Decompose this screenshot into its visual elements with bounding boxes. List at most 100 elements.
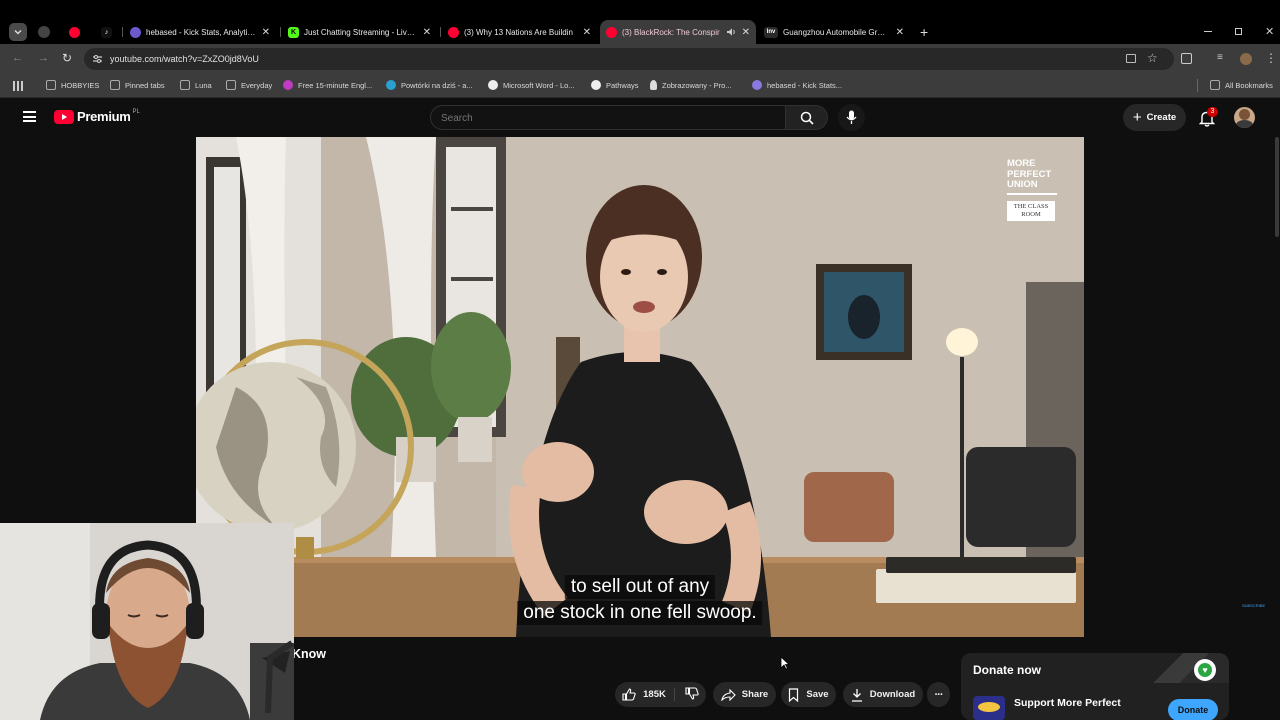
reload-icon[interactable]: ↻ [62, 51, 72, 65]
youtube-icon [606, 26, 617, 38]
close-icon[interactable]: ✕ [262, 27, 270, 38]
hamburger-menu-icon[interactable] [23, 111, 36, 122]
tab-search-button[interactable] [9, 23, 27, 41]
subscribe-badge[interactable]: SUBSCRIBE [1242, 603, 1265, 608]
save-button[interactable]: Save [781, 682, 836, 707]
account-avatar[interactable] [1234, 107, 1255, 128]
search-box[interactable] [430, 105, 786, 130]
tab-title: hebased - Kick Stats, Analytics a [146, 27, 256, 37]
notification-badge: 3 [1207, 107, 1218, 117]
back-icon[interactable]: ← [12, 52, 23, 64]
chevron-down-icon [14, 30, 22, 35]
close-icon[interactable]: ✕ [583, 27, 591, 38]
page-scrollbar[interactable] [1275, 137, 1279, 237]
tab-youtube-pinned[interactable] [63, 20, 89, 44]
forward-icon[interactable]: → [38, 52, 49, 64]
tab-13-nations[interactable]: (3) Why 13 Nations Are Buildin ✕ [442, 20, 597, 44]
browser-menu-icon[interactable]: ⋮ [1265, 51, 1277, 65]
bookmarks-bar: HOBBYIES Pinned tabs Luna Everyday Free … [0, 74, 1280, 98]
bookmark-pathways[interactable]: Pathways [591, 80, 639, 90]
site-info-icon[interactable] [92, 54, 103, 64]
close-window-icon[interactable]: ✕ [1265, 25, 1274, 38]
media-controls-icon[interactable]: ≡ [1217, 52, 1223, 63]
like-count: 185K [643, 689, 666, 700]
youtube-logo-icon [54, 109, 74, 124]
donate-panel[interactable]: Donate now ♥ Support More Perfect Donate [961, 653, 1229, 720]
video-frame-scene [196, 137, 1084, 637]
close-icon[interactable]: ✕ [896, 27, 904, 38]
microphone-icon [846, 110, 857, 124]
bookmark-star-icon[interactable]: ☆ [1147, 51, 1158, 65]
watermark-sub: THE CLASS ROOM [1007, 200, 1055, 221]
extensions-icon[interactable] [1181, 53, 1192, 64]
new-tab-button[interactable]: + [920, 24, 928, 40]
bookmark-pinned-tabs[interactable]: Pinned tabs [110, 80, 165, 90]
heart-badge-icon: ♥ [1194, 659, 1216, 681]
logo-text: Premium [77, 109, 131, 124]
voice-search-button[interactable] [838, 104, 865, 131]
tab-guangzhou[interactable]: Inv Guangzhou Automobile Group ✕ [758, 20, 910, 44]
bookmark-free-english[interactable]: Free 15-minute Engl... [283, 80, 372, 90]
bookmark-everyday[interactable]: Everyday [226, 80, 272, 90]
plus-icon: + [1132, 109, 1142, 126]
mouse-cursor-icon [780, 656, 790, 670]
like-dislike-group: 185K [615, 682, 706, 707]
create-button[interactable]: + Create [1123, 104, 1186, 131]
donate-button[interactable]: Donate [1168, 699, 1218, 720]
youtube-icon [69, 26, 80, 38]
bookmark-hebased[interactable]: hebased - Kick Stats... [752, 80, 842, 90]
pinned-tab[interactable] [38, 26, 50, 38]
close-icon[interactable]: ✕ [742, 27, 750, 38]
tab-tiktok[interactable]: ♪ [95, 20, 121, 44]
watermark-line: MORE [1007, 158, 1036, 169]
restore-icon[interactable] [1235, 28, 1242, 35]
org-logo [973, 696, 1005, 720]
bookmark-zobrazowany[interactable]: Zobrazowany - Pro... [650, 80, 732, 90]
search-button[interactable] [786, 105, 828, 130]
folder-icon [1210, 80, 1220, 90]
inv-icon: Inv [764, 26, 778, 38]
install-app-icon[interactable] [1126, 54, 1136, 63]
bookmark-luna[interactable]: Luna [180, 80, 212, 90]
download-button[interactable]: Download [843, 682, 923, 707]
all-bookmarks[interactable]: All Bookmarks [1210, 80, 1273, 90]
profile-avatar[interactable] [1240, 53, 1252, 65]
search-input[interactable] [441, 110, 771, 126]
create-label: Create [1146, 112, 1177, 123]
tab-kick-stats[interactable]: hebased - Kick Stats, Analytics a ✕ [124, 20, 276, 44]
thumbs-up-icon [622, 688, 636, 701]
more-dots-icon: ··· [934, 688, 944, 701]
folder-icon [110, 80, 120, 90]
tab-blackrock-active[interactable]: (3) BlackRock: The Conspir ✕ [600, 20, 756, 44]
ef-icon [283, 80, 293, 90]
donate-title: Donate now [973, 663, 1041, 677]
address-bar[interactable]: youtube.com/watch?v=ZxZO0jd8VoU ☆ [84, 48, 1174, 70]
youtube-premium-logo[interactable]: Premium PL [54, 109, 140, 124]
like-button[interactable]: 185K [622, 688, 675, 701]
url-text: youtube.com/watch?v=ZxZO0jd8VoU [110, 54, 259, 64]
video-player[interactable]: MORE PERFECT UNION THE CLASS ROOM to sel… [196, 137, 1084, 637]
speaker-icon[interactable] [726, 27, 736, 37]
bookmark-powtorki[interactable]: Powtórki na dziś - a... [386, 80, 473, 90]
channel-watermark[interactable]: MORE PERFECT UNION THE CLASS ROOM [1007, 158, 1057, 221]
github-icon [488, 80, 498, 90]
tab-title: Guangzhou Automobile Group [783, 27, 890, 37]
minimize-icon[interactable] [1204, 31, 1212, 32]
share-button[interactable]: Share [713, 682, 776, 707]
notifications-button[interactable]: 3 [1198, 107, 1218, 128]
dislike-button[interactable] [675, 686, 699, 703]
donate-button-label: Donate [1177, 705, 1209, 715]
more-actions-button[interactable]: ··· [927, 682, 950, 707]
caption-line: to sell out of any [564, 575, 716, 599]
close-icon[interactable]: ✕ [423, 27, 431, 38]
caption-line: one stock in one fell swoop. [517, 601, 763, 625]
download-icon [851, 688, 862, 702]
tab-title: (3) Why 13 Nations Are Buildin [464, 27, 573, 37]
kick-stats-icon [752, 80, 762, 90]
watermark-line: UNION [1007, 179, 1057, 195]
tab-kick-just-chatting[interactable]: K Just Chatting Streaming - Live S ✕ [282, 20, 437, 44]
bookmark-hobbyies[interactable]: HOBBYIES [46, 80, 99, 90]
apps-grid-icon[interactable] [13, 81, 23, 91]
thumbs-down-icon [685, 686, 699, 700]
bookmark-microsoft-word[interactable]: Microsoft Word - Lo... [488, 80, 575, 90]
